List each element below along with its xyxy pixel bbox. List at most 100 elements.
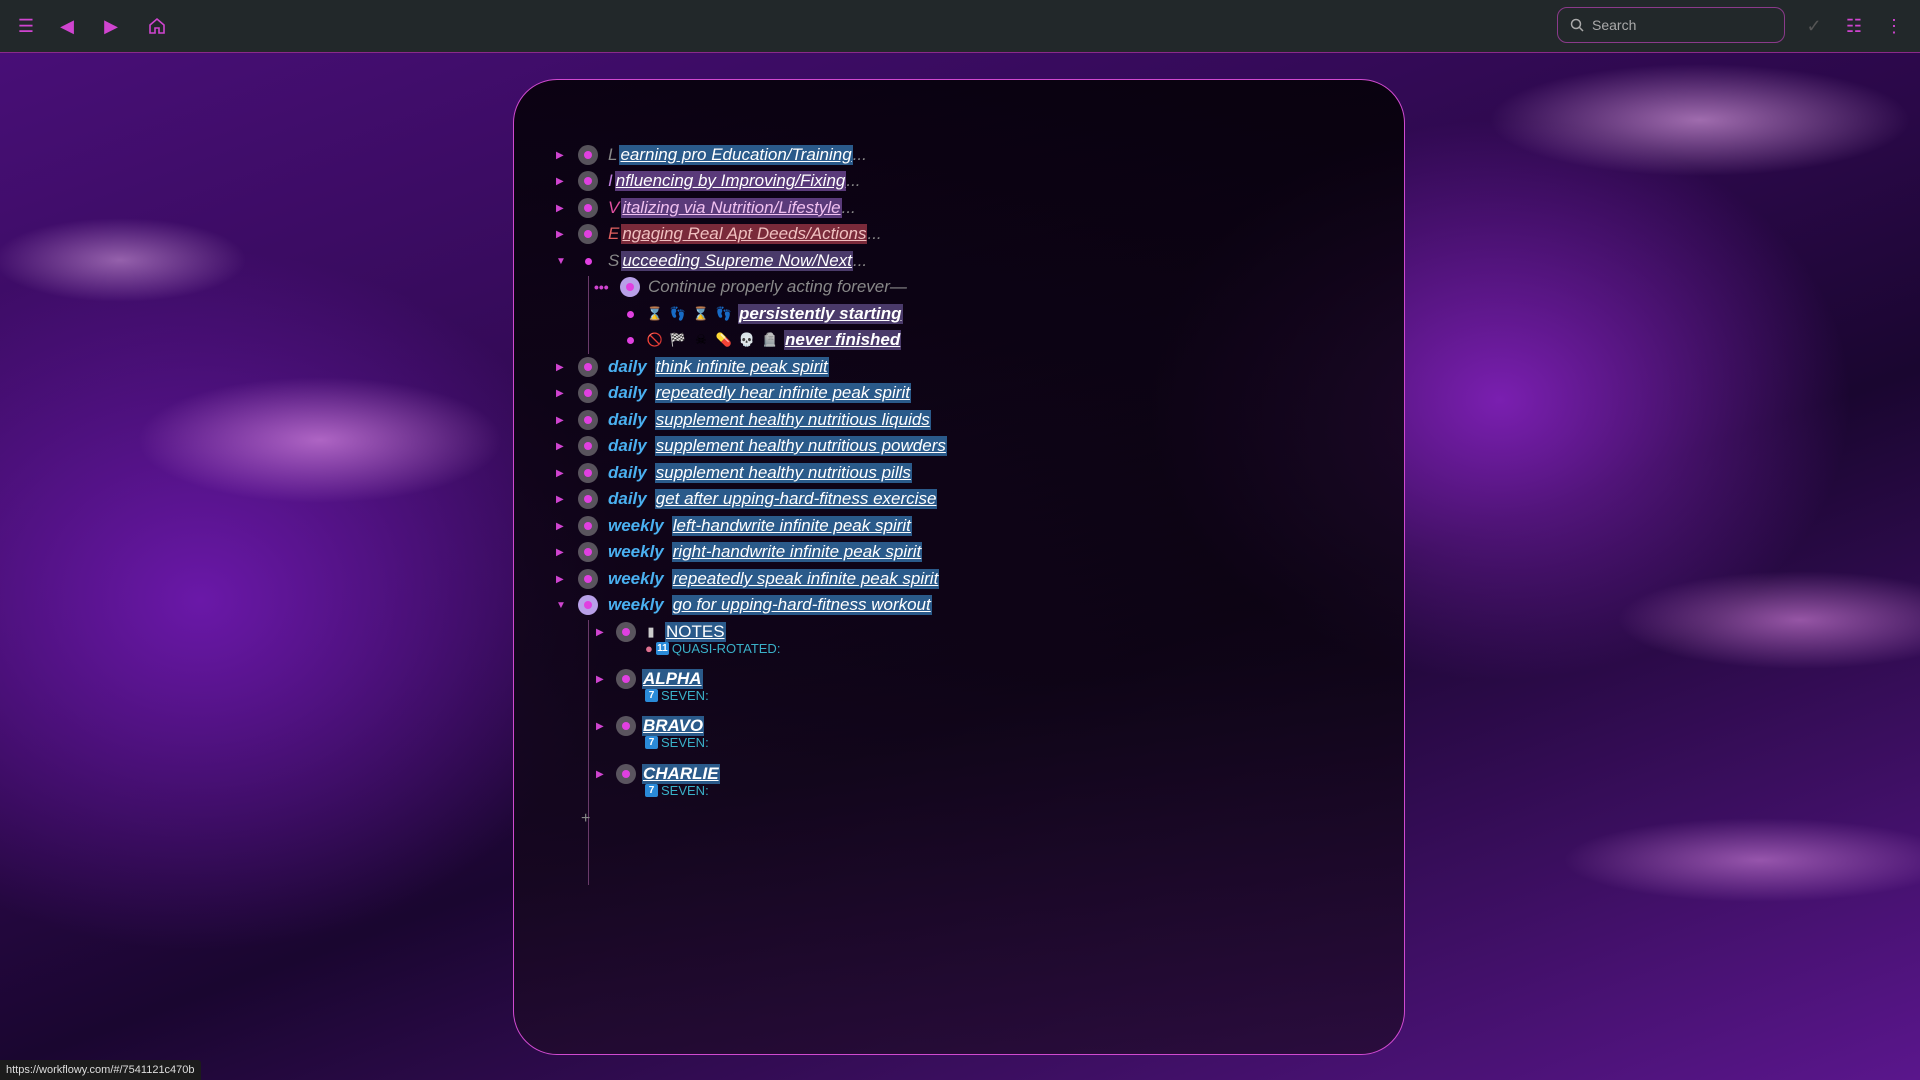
expand-arrow-icon[interactable]: ▶	[556, 547, 566, 558]
expand-arrow-icon[interactable]: ▶	[556, 521, 566, 532]
expand-arrow-icon[interactable]: ▶	[556, 574, 566, 585]
checkered-flag-icon: 🏁	[669, 332, 687, 347]
item-text[interactable]: right-handwrite infinite peak spirit	[671, 542, 923, 562]
home-icon[interactable]	[145, 14, 169, 38]
bullet[interactable]	[578, 171, 598, 191]
tag-daily[interactable]: daily	[608, 436, 647, 456]
expand-arrow-icon[interactable]: ▶	[556, 468, 566, 479]
bullet[interactable]	[578, 224, 598, 244]
item-text[interactable]: repeatedly hear infinite peak spirit	[654, 383, 911, 403]
bullet[interactable]	[578, 198, 598, 218]
more-icon[interactable]: ⋮	[1882, 14, 1906, 38]
item-text[interactable]: supplement healthy nutritious powders	[654, 436, 947, 456]
expand-arrow-icon[interactable]: ▶	[556, 176, 566, 187]
expand-arrow-icon[interactable]: ▶	[596, 721, 606, 732]
tag-weekly[interactable]: weekly	[608, 516, 664, 536]
tag-weekly[interactable]: weekly	[608, 569, 664, 589]
item-text[interactable]: CHARLIE	[642, 764, 720, 784]
item-text[interactable]: earning pro Education/Training	[619, 145, 853, 165]
tag-daily[interactable]: daily	[608, 357, 647, 377]
item-text[interactable]: never finished	[784, 330, 902, 350]
bullet[interactable]	[578, 542, 598, 562]
item-text[interactable]: think infinite peak spirit	[654, 357, 829, 377]
bullet[interactable]	[578, 145, 598, 165]
item-text[interactable]: ucceeding Supreme Now/Next	[621, 251, 853, 271]
search-box[interactable]	[1557, 7, 1785, 43]
item-text[interactable]: nfluencing by Improving/Fixing	[614, 171, 847, 191]
expand-arrow-icon[interactable]: ▶	[556, 362, 566, 373]
collapse-arrow-icon[interactable]: ▼	[556, 600, 566, 611]
item-text[interactable]: persistently starting	[738, 304, 903, 324]
item-note[interactable]: ● 11 QUASI-ROTATED:	[645, 641, 780, 656]
expand-arrow-icon[interactable]: ▶	[556, 494, 566, 505]
list-icon[interactable]: ☷	[1842, 14, 1866, 38]
bullet[interactable]	[578, 383, 598, 403]
expand-arrow-icon[interactable]: ▶	[556, 415, 566, 426]
search-input[interactable]	[1590, 16, 1764, 34]
item-text[interactable]: ngaging Real Apt Deeds/Actions	[621, 224, 868, 244]
item-text[interactable]: supplement healthy nutritious liquids	[654, 410, 931, 430]
expand-arrow-icon[interactable]: ▶	[556, 229, 566, 240]
bullet[interactable]	[578, 357, 598, 377]
item-text[interactable]: NOTES	[665, 622, 726, 642]
item-note[interactable]: 7 SEVEN:	[645, 783, 709, 798]
item-text[interactable]: supplement healthy nutritious pills	[654, 463, 912, 483]
hamburger-icon[interactable]: ☰	[14, 14, 38, 38]
expand-arrow-icon[interactable]: ▶	[556, 388, 566, 399]
expand-arrow-icon[interactable]: ▶	[596, 674, 606, 685]
item-note[interactable]: 7 SEVEN:	[645, 688, 709, 703]
hourglass-icon: ⌛	[692, 306, 710, 321]
expand-arrow-icon[interactable]: ▶	[556, 203, 566, 214]
add-item-icon[interactable]: +	[581, 810, 590, 828]
item-note[interactable]: 7 SEVEN:	[645, 735, 709, 750]
expand-arrow-icon[interactable]: ▶	[556, 441, 566, 452]
item-text[interactable]: BRAVO	[642, 716, 705, 736]
bullet[interactable]	[578, 436, 598, 456]
expand-arrow-icon[interactable]: ▶	[556, 150, 566, 161]
check-icon[interactable]: ✓	[1802, 14, 1826, 38]
prohibited-icon: 🚫	[646, 332, 664, 347]
item-text[interactable]: italizing via Nutrition/Lifestyle	[621, 198, 842, 218]
bullet[interactable]	[578, 489, 598, 509]
tag-weekly[interactable]: weekly	[608, 542, 664, 562]
bullet[interactable]	[616, 716, 636, 736]
forward-icon[interactable]: ▶	[99, 14, 123, 38]
item-text[interactable]: go for upping-hard-fitness workout	[671, 595, 932, 615]
bullet[interactable]	[616, 622, 636, 642]
outline-panel: ▶ L earning pro Education/Training ... ▶…	[513, 79, 1405, 1055]
bullet[interactable]	[578, 595, 598, 615]
item-text[interactable]: Continue properly acting forever—	[648, 277, 907, 297]
drag-handle-icon[interactable]: •••	[594, 279, 609, 295]
bullet[interactable]	[584, 257, 592, 265]
tag-weekly[interactable]: weekly	[608, 595, 664, 615]
bullet[interactable]	[578, 516, 598, 536]
bullet[interactable]	[578, 569, 598, 589]
bullet[interactable]	[626, 310, 634, 318]
phone-icon: ▮	[647, 624, 655, 639]
initial: S	[608, 251, 620, 270]
tag-daily[interactable]: daily	[608, 489, 647, 509]
collapse-arrow-icon[interactable]: ▼	[556, 256, 566, 267]
tag-daily[interactable]: daily	[608, 463, 647, 483]
tag-daily[interactable]: daily	[608, 383, 647, 403]
expand-arrow-icon[interactable]: ▶	[596, 769, 606, 780]
brain-icon: ●	[645, 641, 653, 656]
bullet[interactable]	[616, 764, 636, 784]
bullet[interactable]	[616, 669, 636, 689]
guide-line	[588, 276, 589, 354]
bullet[interactable]	[578, 410, 598, 430]
bullet[interactable]	[626, 336, 634, 344]
back-icon[interactable]: ◀	[55, 14, 79, 38]
tag-daily[interactable]: daily	[608, 410, 647, 430]
skull-icon: 💀	[738, 332, 756, 347]
skull-crossbones-icon: ☠	[695, 332, 707, 347]
item-text[interactable]: left-handwrite infinite peak spirit	[671, 516, 912, 536]
bullet[interactable]	[620, 277, 640, 297]
item-text[interactable]: get after upping-hard-fitness exercise	[654, 489, 938, 509]
expand-arrow-icon[interactable]: ▶	[596, 627, 606, 638]
ellipsis: ...	[852, 145, 867, 164]
note-text: SEVEN:	[661, 688, 709, 703]
bullet[interactable]	[578, 463, 598, 483]
item-text[interactable]: repeatedly speak infinite peak spirit	[671, 569, 940, 589]
item-text[interactable]: ALPHA	[642, 669, 703, 689]
